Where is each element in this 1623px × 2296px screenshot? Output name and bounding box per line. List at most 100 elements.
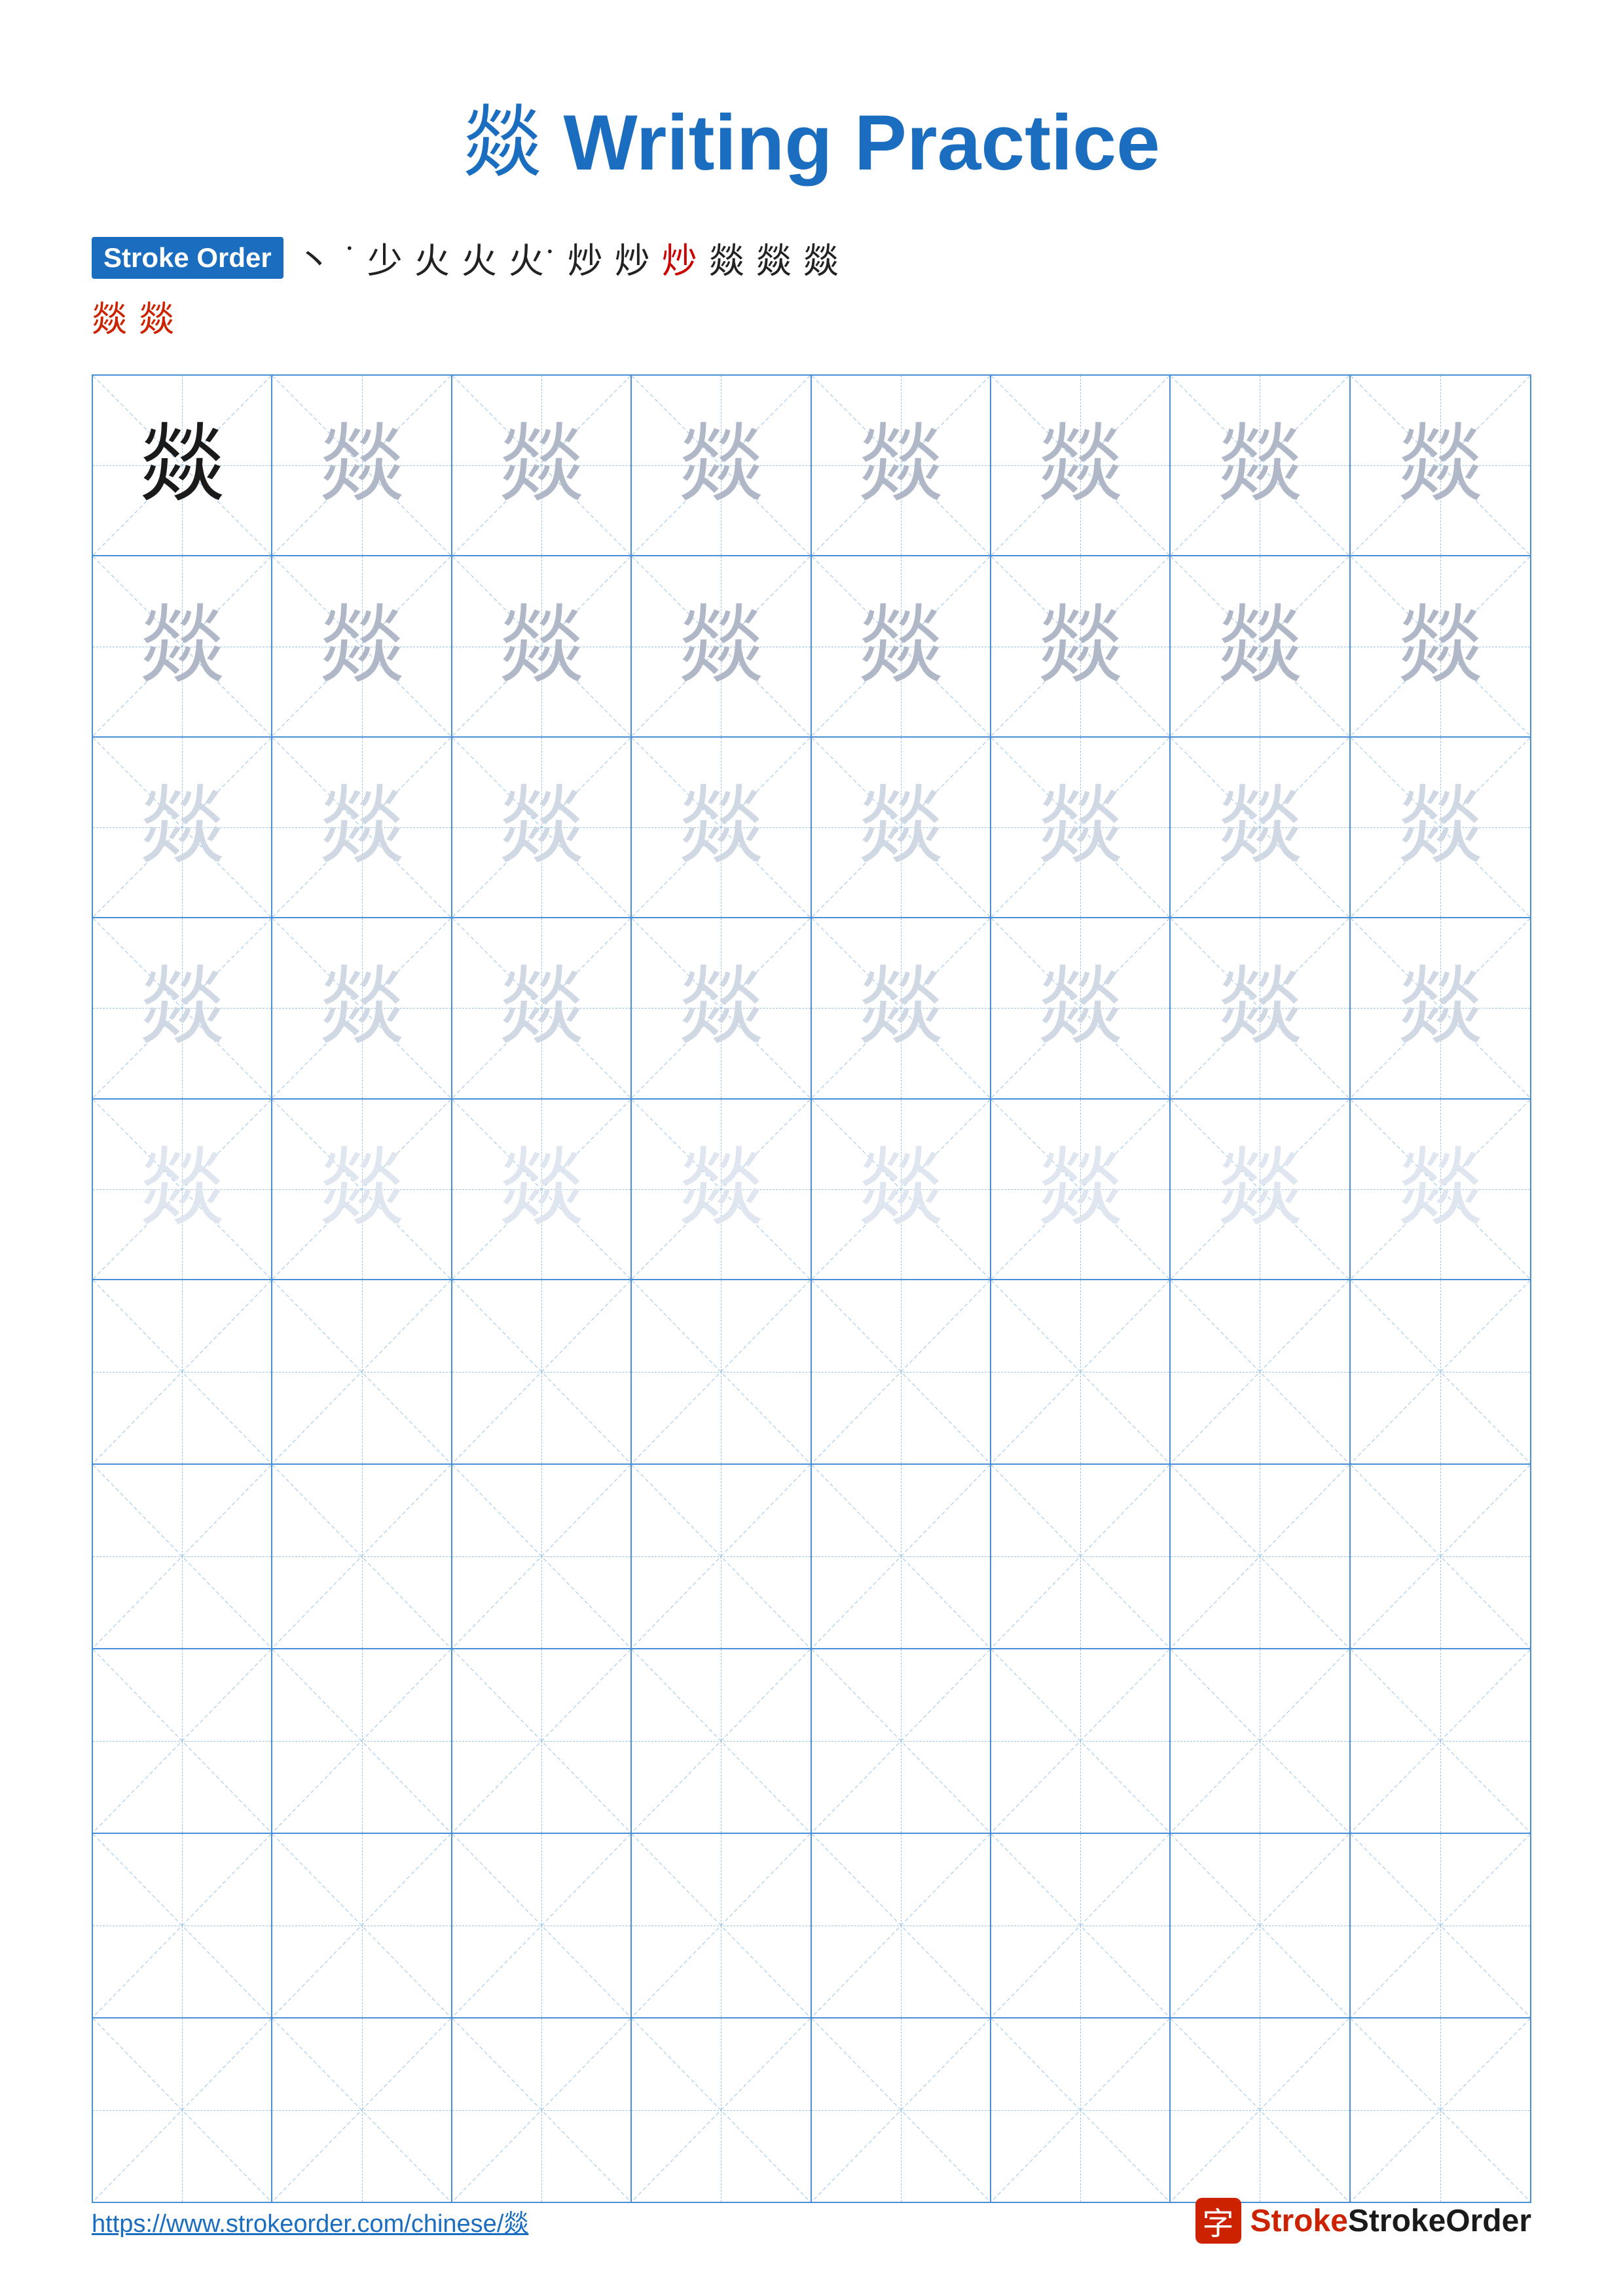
grid-cell-1-2[interactable]: 燚 bbox=[272, 376, 452, 555]
grid-cell-9-1[interactable] bbox=[93, 1834, 272, 2017]
grid-cell-10-3[interactable] bbox=[452, 2018, 632, 2202]
grid-cell-5-3[interactable]: 燚 bbox=[452, 1100, 632, 1279]
grid-cell-9-4[interactable] bbox=[632, 1834, 811, 2017]
grid-cell-4-7[interactable]: 燚 bbox=[1171, 918, 1350, 1098]
grid-cell-4-4[interactable]: 燚 bbox=[632, 918, 811, 1098]
grid-cell-3-7[interactable]: 燚 bbox=[1171, 738, 1350, 917]
grid-cell-1-3[interactable]: 燚 bbox=[452, 376, 632, 555]
grid-cell-7-1[interactable] bbox=[93, 1465, 272, 1648]
grid-cell-2-2[interactable]: 燚 bbox=[272, 556, 452, 736]
grid-cell-6-5[interactable] bbox=[812, 1280, 991, 1463]
grid-cell-3-3[interactable]: 燚 bbox=[452, 738, 632, 917]
grid-cell-5-1[interactable]: 燚 bbox=[93, 1100, 272, 1279]
grid-cell-6-4[interactable] bbox=[632, 1280, 811, 1463]
grid-row-8 bbox=[93, 1649, 1530, 1834]
stroke-order-area: Stroke Order 丶 ˙ 少 火 火 火˙ 炒 炒 炒 燚 燚 燚 bbox=[92, 232, 1531, 283]
grid-cell-3-2[interactable]: 燚 bbox=[272, 738, 452, 917]
grid-cell-1-8[interactable]: 燚 bbox=[1351, 376, 1530, 555]
grid-cell-2-4[interactable]: 燚 bbox=[632, 556, 811, 736]
grid-cell-8-6[interactable] bbox=[991, 1649, 1171, 1833]
grid-cell-2-7[interactable]: 燚 bbox=[1171, 556, 1350, 736]
grid-cell-2-5[interactable]: 燚 bbox=[812, 556, 991, 736]
grid-row-5: 燚 燚 燚 燚 燚 燚 燚 bbox=[93, 1100, 1530, 1280]
grid-cell-7-8[interactable] bbox=[1351, 1465, 1530, 1648]
grid-row-7 bbox=[93, 1465, 1530, 1649]
grid-cell-10-7[interactable] bbox=[1171, 2018, 1350, 2202]
grid-cell-4-8[interactable]: 燚 bbox=[1351, 918, 1530, 1098]
grid-cell-7-4[interactable] bbox=[632, 1465, 811, 1648]
grid-cell-3-6[interactable]: 燚 bbox=[991, 738, 1171, 917]
grid-cell-9-5[interactable] bbox=[812, 1834, 991, 2017]
grid-cell-6-2[interactable] bbox=[272, 1280, 452, 1463]
grid-cell-2-8[interactable]: 燚 bbox=[1351, 556, 1530, 736]
grid-cell-10-4[interactable] bbox=[632, 2018, 811, 2202]
grid-cell-10-6[interactable] bbox=[991, 2018, 1171, 2202]
title-char: 燚 bbox=[463, 99, 541, 187]
grid-cell-1-1[interactable]: 燚 bbox=[93, 376, 272, 555]
grid-cell-7-6[interactable] bbox=[991, 1465, 1171, 1648]
grid-cell-10-2[interactable] bbox=[272, 2018, 452, 2202]
cell-char: 燚 bbox=[1398, 604, 1483, 689]
cell-char: 燚 bbox=[139, 1147, 225, 1232]
grid-cell-8-5[interactable] bbox=[812, 1649, 991, 1833]
grid-cell-9-3[interactable] bbox=[452, 1834, 632, 2017]
practice-grid: 燚 燚 燚 燚 燚 燚 燚 bbox=[92, 374, 1531, 2203]
grid-cell-5-4[interactable]: 燚 bbox=[632, 1100, 811, 1279]
grid-cell-6-8[interactable] bbox=[1351, 1280, 1530, 1463]
grid-cell-6-1[interactable] bbox=[93, 1280, 272, 1463]
grid-cell-10-1[interactable] bbox=[93, 2018, 272, 2202]
grid-cell-8-8[interactable] bbox=[1351, 1649, 1530, 1833]
grid-cell-10-5[interactable] bbox=[812, 2018, 991, 2202]
grid-cell-4-2[interactable]: 燚 bbox=[272, 918, 452, 1098]
grid-cell-4-3[interactable]: 燚 bbox=[452, 918, 632, 1098]
footer-url[interactable]: https://www.strokeorder.com/chinese/燚 bbox=[92, 2203, 528, 2239]
grid-cell-3-8[interactable]: 燚 bbox=[1351, 738, 1530, 917]
grid-cell-9-8[interactable] bbox=[1351, 1834, 1530, 2017]
grid-cell-5-7[interactable]: 燚 bbox=[1171, 1100, 1350, 1279]
cell-char: 燚 bbox=[1217, 423, 1302, 508]
grid-cell-2-1[interactable]: 燚 bbox=[93, 556, 272, 736]
grid-cell-4-6[interactable]: 燚 bbox=[991, 918, 1171, 1098]
grid-cell-9-7[interactable] bbox=[1171, 1834, 1350, 2017]
grid-cell-1-6[interactable]: 燚 bbox=[991, 376, 1171, 555]
grid-cell-10-8[interactable] bbox=[1351, 2018, 1530, 2202]
cell-char: 燚 bbox=[1217, 1147, 1302, 1232]
grid-cell-2-3[interactable]: 燚 bbox=[452, 556, 632, 736]
grid-cell-8-4[interactable] bbox=[632, 1649, 811, 1833]
stroke-char-6: 火˙ bbox=[509, 232, 556, 283]
grid-cell-6-3[interactable] bbox=[452, 1280, 632, 1463]
grid-cell-3-1[interactable]: 燚 bbox=[93, 738, 272, 917]
grid-cell-7-3[interactable] bbox=[452, 1465, 632, 1648]
grid-cell-7-5[interactable] bbox=[812, 1465, 991, 1648]
grid-cell-7-2[interactable] bbox=[272, 1465, 452, 1648]
grid-cell-1-4[interactable]: 燚 bbox=[632, 376, 811, 555]
grid-cell-3-4[interactable]: 燚 bbox=[632, 738, 811, 917]
cell-char: 燚 bbox=[1038, 1147, 1123, 1232]
grid-cell-9-2[interactable] bbox=[272, 1834, 452, 2017]
grid-cell-9-6[interactable] bbox=[991, 1834, 1171, 2017]
grid-cell-6-6[interactable] bbox=[991, 1280, 1171, 1463]
cell-char: 燚 bbox=[499, 785, 584, 870]
grid-cell-1-5[interactable]: 燚 bbox=[812, 376, 991, 555]
grid-row-9 bbox=[93, 1834, 1530, 2018]
stroke-char-5: 火 bbox=[462, 232, 497, 283]
cell-char: 燚 bbox=[139, 965, 225, 1050]
grid-cell-4-5[interactable]: 燚 bbox=[812, 918, 991, 1098]
grid-cell-8-1[interactable] bbox=[93, 1649, 272, 1833]
stroke-order-badge: Stroke Order bbox=[92, 237, 283, 279]
grid-cell-3-5[interactable]: 燚 bbox=[812, 738, 991, 917]
grid-cell-8-7[interactable] bbox=[1171, 1649, 1350, 1833]
grid-cell-1-7[interactable]: 燚 bbox=[1171, 376, 1350, 555]
grid-cell-8-3[interactable] bbox=[452, 1649, 632, 1833]
grid-cell-5-5[interactable]: 燚 bbox=[812, 1100, 991, 1279]
cell-char: 燚 bbox=[1217, 965, 1302, 1050]
grid-cell-5-2[interactable]: 燚 bbox=[272, 1100, 452, 1279]
grid-cell-2-6[interactable]: 燚 bbox=[991, 556, 1171, 736]
grid-cell-6-7[interactable] bbox=[1171, 1280, 1350, 1463]
title-text: Writing Practice bbox=[541, 99, 1160, 187]
grid-cell-8-2[interactable] bbox=[272, 1649, 452, 1833]
grid-cell-7-7[interactable] bbox=[1171, 1465, 1350, 1648]
grid-cell-5-6[interactable]: 燚 bbox=[991, 1100, 1171, 1279]
grid-cell-5-8[interactable]: 燚 bbox=[1351, 1100, 1530, 1279]
grid-cell-4-1[interactable]: 燚 bbox=[93, 918, 272, 1098]
